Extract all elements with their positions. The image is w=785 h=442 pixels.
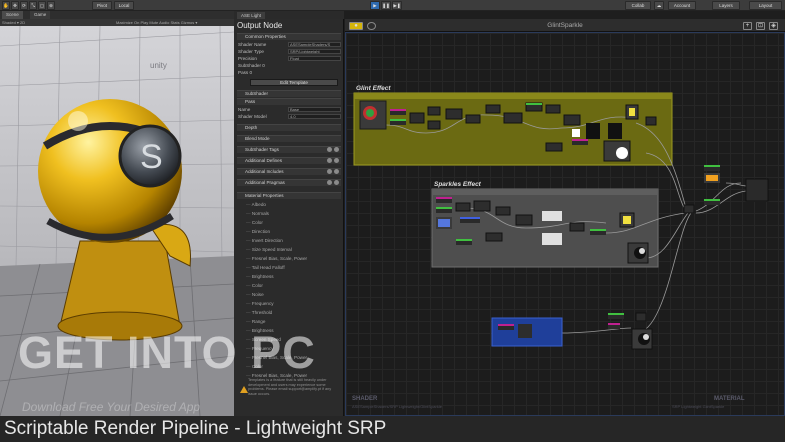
scale-tool-icon[interactable]: ⤡: [29, 1, 37, 10]
transform-tool-icon[interactable]: ⊕: [47, 1, 55, 10]
sparkles-group-title[interactable]: Sparkles Effect: [434, 181, 481, 188]
shading-mode-dropdown[interactable]: Shaded ▾ 2D: [2, 20, 25, 25]
warning-icon: [240, 386, 248, 393]
svg-text:S: S: [140, 138, 163, 176]
sparkles-group-frame: [431, 188, 659, 268]
prop-threshold[interactable]: Threshold: [246, 310, 272, 315]
prop-tail-head-falloff[interactable]: Tail Head Falloff: [246, 265, 285, 270]
rect-tool-icon[interactable]: ▢: [38, 1, 46, 10]
add-pragma-icon[interactable]: [327, 180, 332, 185]
step-button[interactable]: ▶❚: [392, 1, 402, 10]
prop-albedo[interactable]: Albedo: [246, 202, 266, 207]
material-properties-header[interactable]: Material Properties: [237, 192, 341, 199]
shader-type-label: Shader Type: [238, 49, 264, 54]
image-caption: Scriptable Render Pipeline - Lightweight…: [0, 416, 785, 442]
add-node-icon[interactable]: +: [743, 22, 752, 30]
blend-mode-section[interactable]: Blend Mode: [237, 135, 341, 142]
hand-tool-icon[interactable]: ✋: [2, 1, 10, 10]
precision-dropdown[interactable]: Float: [288, 56, 341, 61]
graph-header: ● GlintSparkle + ⊡ ◈: [345, 19, 785, 32]
remove-define-icon[interactable]: [334, 158, 339, 163]
shader-corner-label: SHADER: [352, 396, 378, 402]
prop-range[interactable]: Range: [246, 319, 266, 324]
additional-defines-section[interactable]: Additional Defines: [237, 157, 341, 164]
shader-model-dropdown[interactable]: 4.0: [288, 114, 341, 119]
focus-icon[interactable]: ⊡: [756, 22, 765, 30]
template-warning-text: Templates is a feature that is still hea…: [248, 378, 332, 396]
pivot-toggle[interactable]: Pivot: [92, 1, 112, 10]
prop-invert-direction[interactable]: Invert Direction: [246, 238, 283, 243]
prop-normals[interactable]: Normals: [246, 211, 269, 216]
watermark-tagline: Download Free Your Desired App: [22, 400, 201, 414]
pass-label: Pass 0: [238, 70, 253, 75]
cloud-icon[interactable]: ☁: [654, 1, 664, 10]
pause-button[interactable]: ❚❚: [381, 1, 391, 10]
prop-frequency-1[interactable]: Frequency: [246, 301, 274, 306]
shader-name-field[interactable]: ASESampleShaders/S: [288, 42, 341, 47]
scene-tab-bar: Scene Game: [0, 11, 234, 19]
subshader-header[interactable]: SubShader: [237, 90, 341, 97]
remove-tag-icon[interactable]: [334, 147, 339, 152]
prop-size-speed-interval[interactable]: Size Speed Interval: [246, 247, 292, 252]
node-graph-canvas[interactable]: Glint Effect Sparkles Effect SHADER ASES…: [345, 32, 785, 416]
account-dropdown[interactable]: Account: [668, 1, 696, 10]
shader-type-dropdown[interactable]: SRP/Lightweight: [288, 49, 341, 54]
material-path-label: SRP Lightweight GlintSparkle: [672, 404, 725, 409]
add-define-icon[interactable]: [327, 158, 332, 163]
add-tag-icon[interactable]: [327, 147, 332, 152]
collab-dropdown[interactable]: Collab: [625, 1, 651, 10]
additional-includes-section[interactable]: Additional Includes: [237, 168, 341, 175]
local-toggle[interactable]: Local: [114, 1, 134, 10]
remove-pragma-icon[interactable]: [334, 180, 339, 185]
share-icon[interactable]: ◈: [769, 22, 778, 30]
scene-view-bar: Shaded ▾ 2D Maximize On Play Mute Audio …: [0, 19, 234, 26]
common-properties-header[interactable]: Common Properties: [237, 33, 341, 40]
layers-dropdown[interactable]: Layers: [712, 1, 740, 10]
prop-color-2[interactable]: Color: [246, 283, 263, 288]
prop-color[interactable]: Color: [246, 220, 263, 225]
shader-model-label: Shader Model: [238, 114, 267, 119]
node-graph-drawing: [353, 92, 769, 350]
main-toolbar: ✋ ✥ ⟳ ⤡ ▢ ⊕ Pivot Local ▶ ❚❚ ▶❚ Collab ☁…: [0, 0, 785, 11]
subshader-label: SubShader 0: [238, 63, 265, 68]
tab-scene[interactable]: Scene: [2, 11, 23, 19]
shader-path-label: ASESampleShaders/SRP Lightweight/GlintSp…: [352, 404, 442, 409]
play-mode-options[interactable]: Maximize On Play Mute Audio Stats Gizmos…: [116, 19, 197, 26]
additional-pragmas-section[interactable]: Additional Pragmas: [237, 179, 341, 186]
material-corner-label: MATERIAL: [714, 396, 745, 402]
move-tool-icon[interactable]: ✥: [11, 1, 19, 10]
unity-logo: unity: [150, 61, 167, 70]
edit-template-button[interactable]: Edit Template: [250, 79, 338, 86]
pass-name-field[interactable]: Base: [288, 107, 341, 112]
subshader-tags-section[interactable]: SubShader Tags: [237, 146, 341, 153]
tab-game[interactable]: Game: [30, 11, 51, 19]
layout-dropdown[interactable]: Layout: [749, 1, 782, 10]
prop-direction[interactable]: Direction: [246, 229, 270, 234]
pass-header[interactable]: Pass: [237, 98, 341, 105]
prop-fresnel-1[interactable]: Fresnel Bias, Scale, Power: [246, 256, 307, 261]
rotate-tool-icon[interactable]: ⟳: [20, 1, 28, 10]
graph-title: GlintSparkle: [547, 22, 583, 29]
add-include-icon[interactable]: [327, 169, 332, 174]
depth-section[interactable]: Depth: [237, 124, 341, 131]
panel-title: Output Node: [237, 21, 283, 30]
shader-name-label: Shader Name: [238, 42, 267, 47]
pass-name-label: Name: [238, 107, 251, 112]
prop-noise[interactable]: Noise: [246, 292, 264, 297]
tab-ase-light[interactable]: ASE Light: [237, 12, 266, 19]
play-button[interactable]: ▶: [370, 1, 380, 10]
watermark-logo: GET INTO PC: [18, 327, 316, 378]
inspector-tab-bar: ASE Light: [234, 11, 344, 19]
remove-include-icon[interactable]: [334, 169, 339, 174]
precision-label: Precision: [238, 56, 257, 61]
glint-group-title[interactable]: Glint Effect: [356, 85, 391, 92]
prop-brightness-1[interactable]: Brightness: [246, 274, 274, 279]
